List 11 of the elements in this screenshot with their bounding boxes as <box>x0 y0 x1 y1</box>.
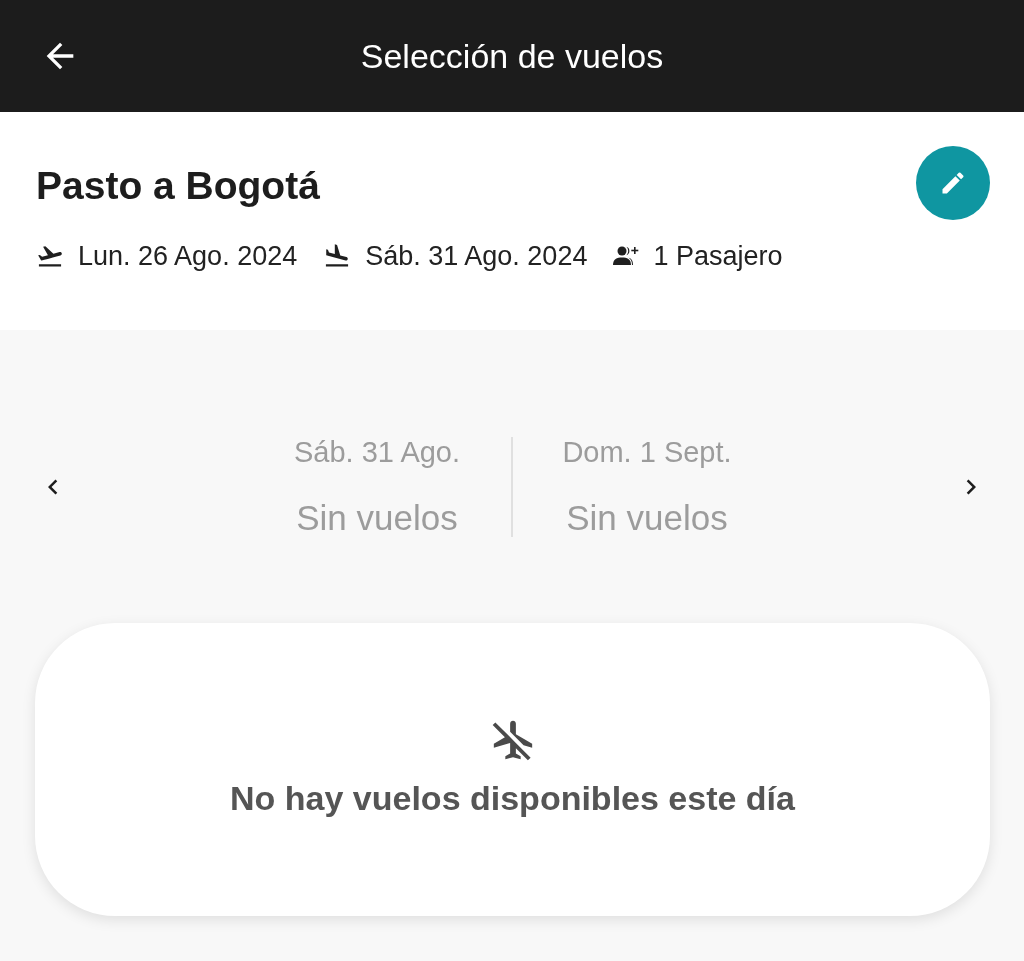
empty-state-message: No hay vuelos disponibles este día <box>230 778 795 819</box>
route-title: Pasto a Bogotá <box>36 163 320 209</box>
people-plus-icon <box>613 245 640 267</box>
day-flight-status: Sin vuelos <box>566 497 728 539</box>
day-date[interactable]: Sáb. 31 Ago. <box>293 434 461 470</box>
day-flight-status: Sin vuelos <box>296 497 458 539</box>
screen-title: Selección de vuelos <box>360 36 664 77</box>
trip-detail-text: 1 Pasajero <box>653 240 783 273</box>
trip-detail-text: Sáb. 31 Ago. 2024 <box>365 240 588 273</box>
day-date[interactable]: Dom. 1 Sept. <box>562 434 732 470</box>
trip-detail-text: Lun. 26 Ago. 2024 <box>78 240 298 273</box>
